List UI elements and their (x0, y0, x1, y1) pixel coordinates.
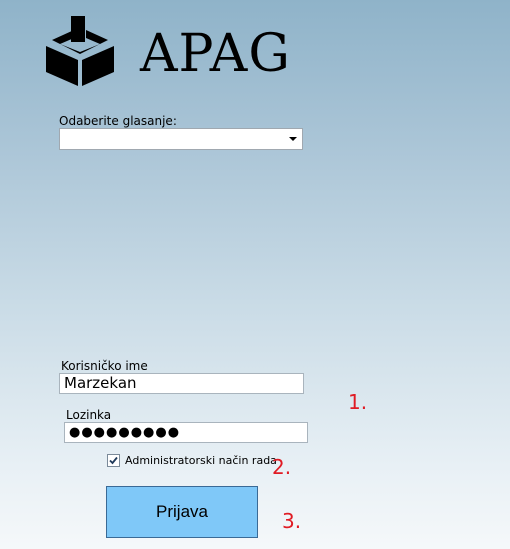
voting-select-label: Odaberite glasanje: (59, 114, 177, 128)
password-label: Lozinka (66, 408, 112, 422)
annotation-step-1: 1. (348, 390, 368, 414)
annotation-step-2: 2. (272, 455, 292, 479)
username-input[interactable]: Marzekan (59, 373, 304, 394)
voting-select[interactable] (59, 128, 303, 150)
login-button-label: Prijava (156, 502, 208, 521)
password-input[interactable]: ●●●●●●●●● (64, 422, 308, 443)
login-button[interactable]: Prijava (106, 486, 258, 538)
checkmark-icon (109, 456, 118, 465)
admin-mode-label: Administratorski način rada (125, 454, 277, 467)
username-label: Korisničko ime (61, 359, 148, 373)
annotation-step-3: 3. (282, 509, 302, 533)
chevron-down-icon[interactable] (289, 137, 297, 141)
app-logo-text: APAG (140, 24, 291, 84)
admin-mode-checkbox[interactable] (107, 454, 120, 467)
ballot-box-icon (46, 16, 114, 86)
